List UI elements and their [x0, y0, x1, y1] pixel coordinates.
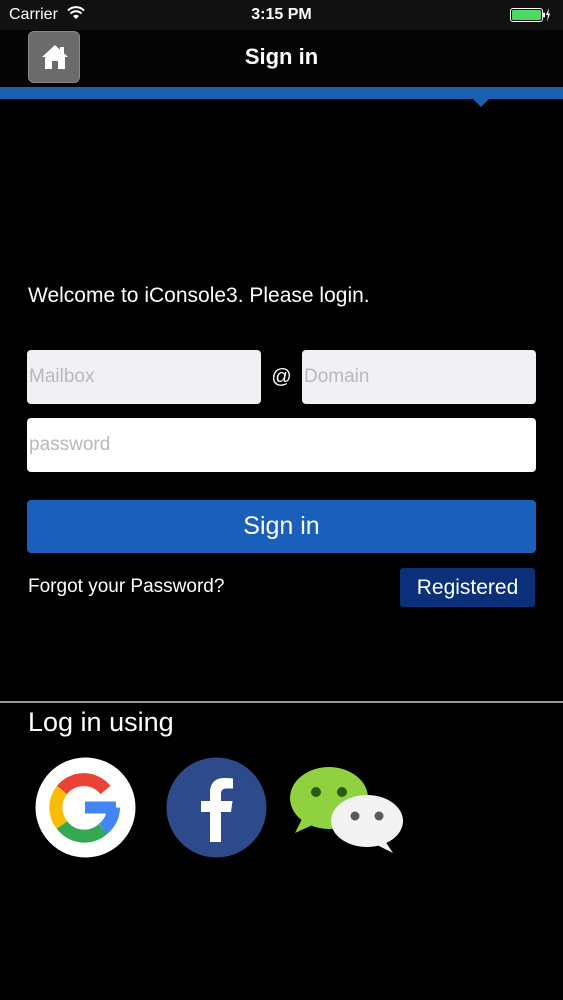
page-title: Sign in: [244, 44, 319, 69]
wechat-icon: [290, 767, 403, 853]
google-icon: [35, 757, 136, 858]
nav-pointer: [473, 99, 489, 107]
charging-bolt-icon: [546, 8, 550, 22]
password-input[interactable]: [27, 418, 536, 472]
sign-in-button[interactable]: Sign in: [27, 500, 536, 553]
at-sign-label: @: [271, 366, 292, 388]
facebook-icon: [166, 757, 267, 858]
clock: 3:15 PM: [251, 6, 312, 23]
status-bar: Carrier 3:15 PM: [0, 0, 563, 30]
battery-icon: [510, 8, 550, 22]
nav-accent-bar: [0, 87, 563, 99]
facebook-login-button[interactable]: [166, 757, 267, 858]
domain-input[interactable]: [302, 350, 536, 404]
registered-button[interactable]: Registered: [400, 568, 535, 607]
wechat-login-button[interactable]: [289, 765, 405, 855]
divider: [0, 701, 563, 703]
nav-bar: Sign in: [0, 30, 563, 87]
welcome-message: Welcome to iConsole3. Please login.: [28, 284, 370, 307]
google-login-button[interactable]: [35, 757, 136, 858]
forgot-password-link[interactable]: Forgot your Password?: [28, 576, 224, 598]
social-login-heading: Log in using: [28, 707, 174, 737]
mailbox-input[interactable]: [27, 350, 261, 404]
